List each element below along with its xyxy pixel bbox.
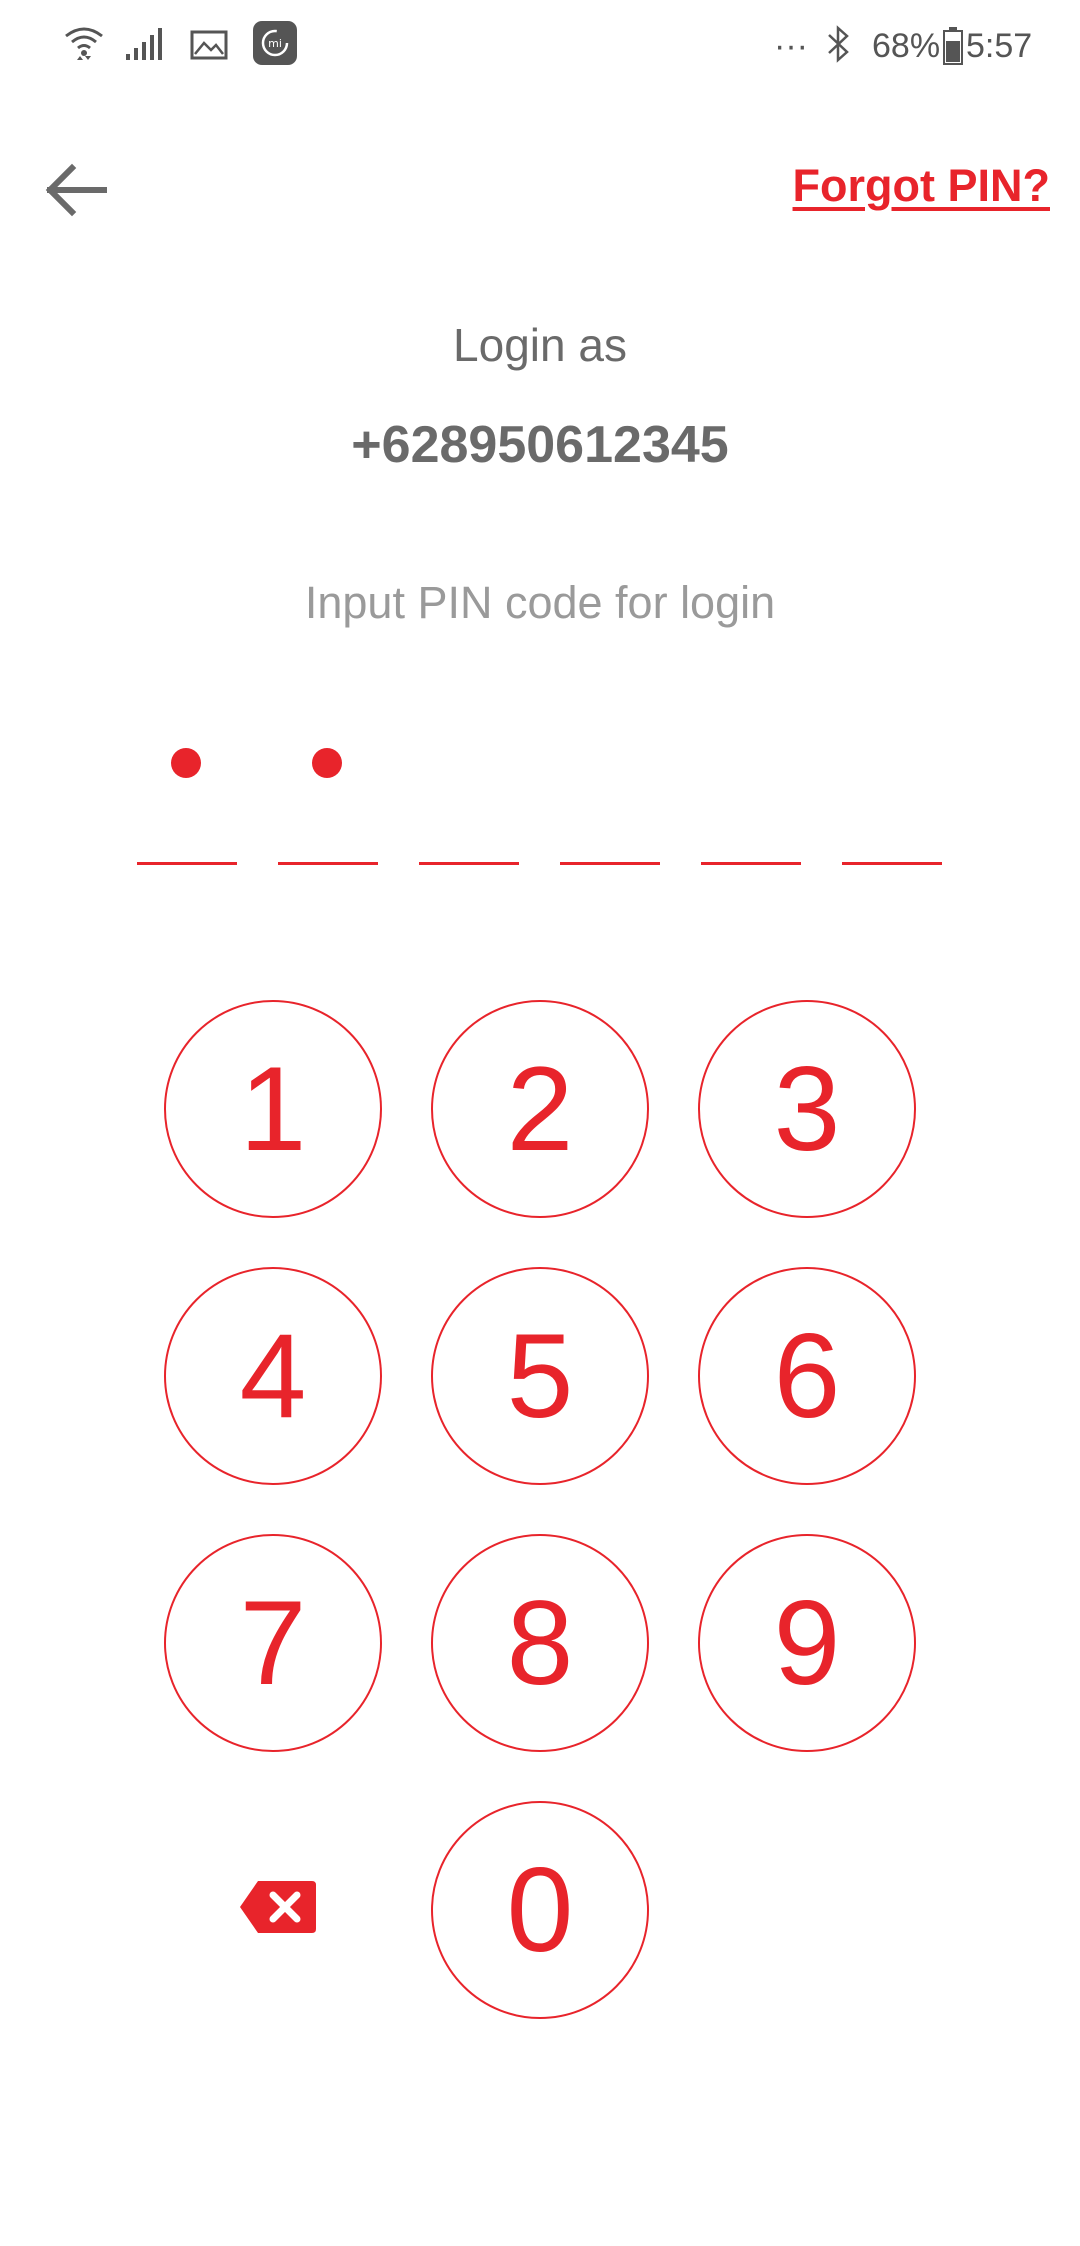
phone-number: +628950612345 — [351, 416, 729, 474]
pin-underline — [137, 862, 237, 865]
backspace-button[interactable] — [238, 1877, 318, 1937]
key-0[interactable]: 0 — [431, 1801, 649, 2019]
arrow-left-icon — [45, 163, 107, 217]
pin-underline — [278, 862, 378, 865]
battery-percent: 68% — [872, 27, 941, 65]
signal-icon — [124, 26, 166, 67]
pin-underline — [701, 862, 801, 865]
battery-icon — [942, 26, 964, 71]
mi-app-icon: mi — [252, 20, 298, 71]
key-8[interactable]: 8 — [431, 1534, 649, 1752]
image-icon — [190, 30, 228, 65]
key-6[interactable]: 6 — [698, 1267, 916, 1485]
clock: 5:57 — [966, 27, 1033, 65]
pin-slot — [560, 730, 660, 865]
pin-slot — [419, 730, 519, 865]
pin-dot — [312, 748, 342, 778]
pin-slot — [842, 730, 942, 865]
pin-underline — [842, 862, 942, 865]
pin-underline — [419, 862, 519, 865]
status-bar: mi ··· 68% 5:57 — [0, 0, 1080, 90]
pin-dot — [171, 748, 201, 778]
forgot-pin-link[interactable]: Forgot PIN? — [793, 160, 1050, 212]
svg-text:mi: mi — [268, 37, 282, 50]
key-7[interactable]: 7 — [164, 1534, 382, 1752]
pin-slot — [701, 730, 801, 865]
pin-login-screen: mi ··· 68% 5:57 Forgot PIN? Login as +62… — [0, 0, 1080, 2246]
login-as-label: Login as — [453, 319, 627, 371]
pin-instruction: Input PIN code for login — [304, 577, 776, 628]
pin-slot — [137, 730, 237, 865]
key-4[interactable]: 4 — [164, 1267, 382, 1485]
bluetooth-icon — [826, 24, 852, 69]
wifi-icon — [62, 22, 106, 71]
backspace-icon — [240, 1881, 316, 1933]
key-3[interactable]: 3 — [698, 1000, 916, 1218]
key-2[interactable]: 2 — [431, 1000, 649, 1218]
pin-slot — [278, 730, 378, 865]
key-5[interactable]: 5 — [431, 1267, 649, 1485]
notification-overflow: ··· — [774, 27, 808, 65]
key-1[interactable]: 1 — [164, 1000, 382, 1218]
back-button[interactable] — [36, 150, 116, 230]
pin-underline — [560, 862, 660, 865]
key-9[interactable]: 9 — [698, 1534, 916, 1752]
